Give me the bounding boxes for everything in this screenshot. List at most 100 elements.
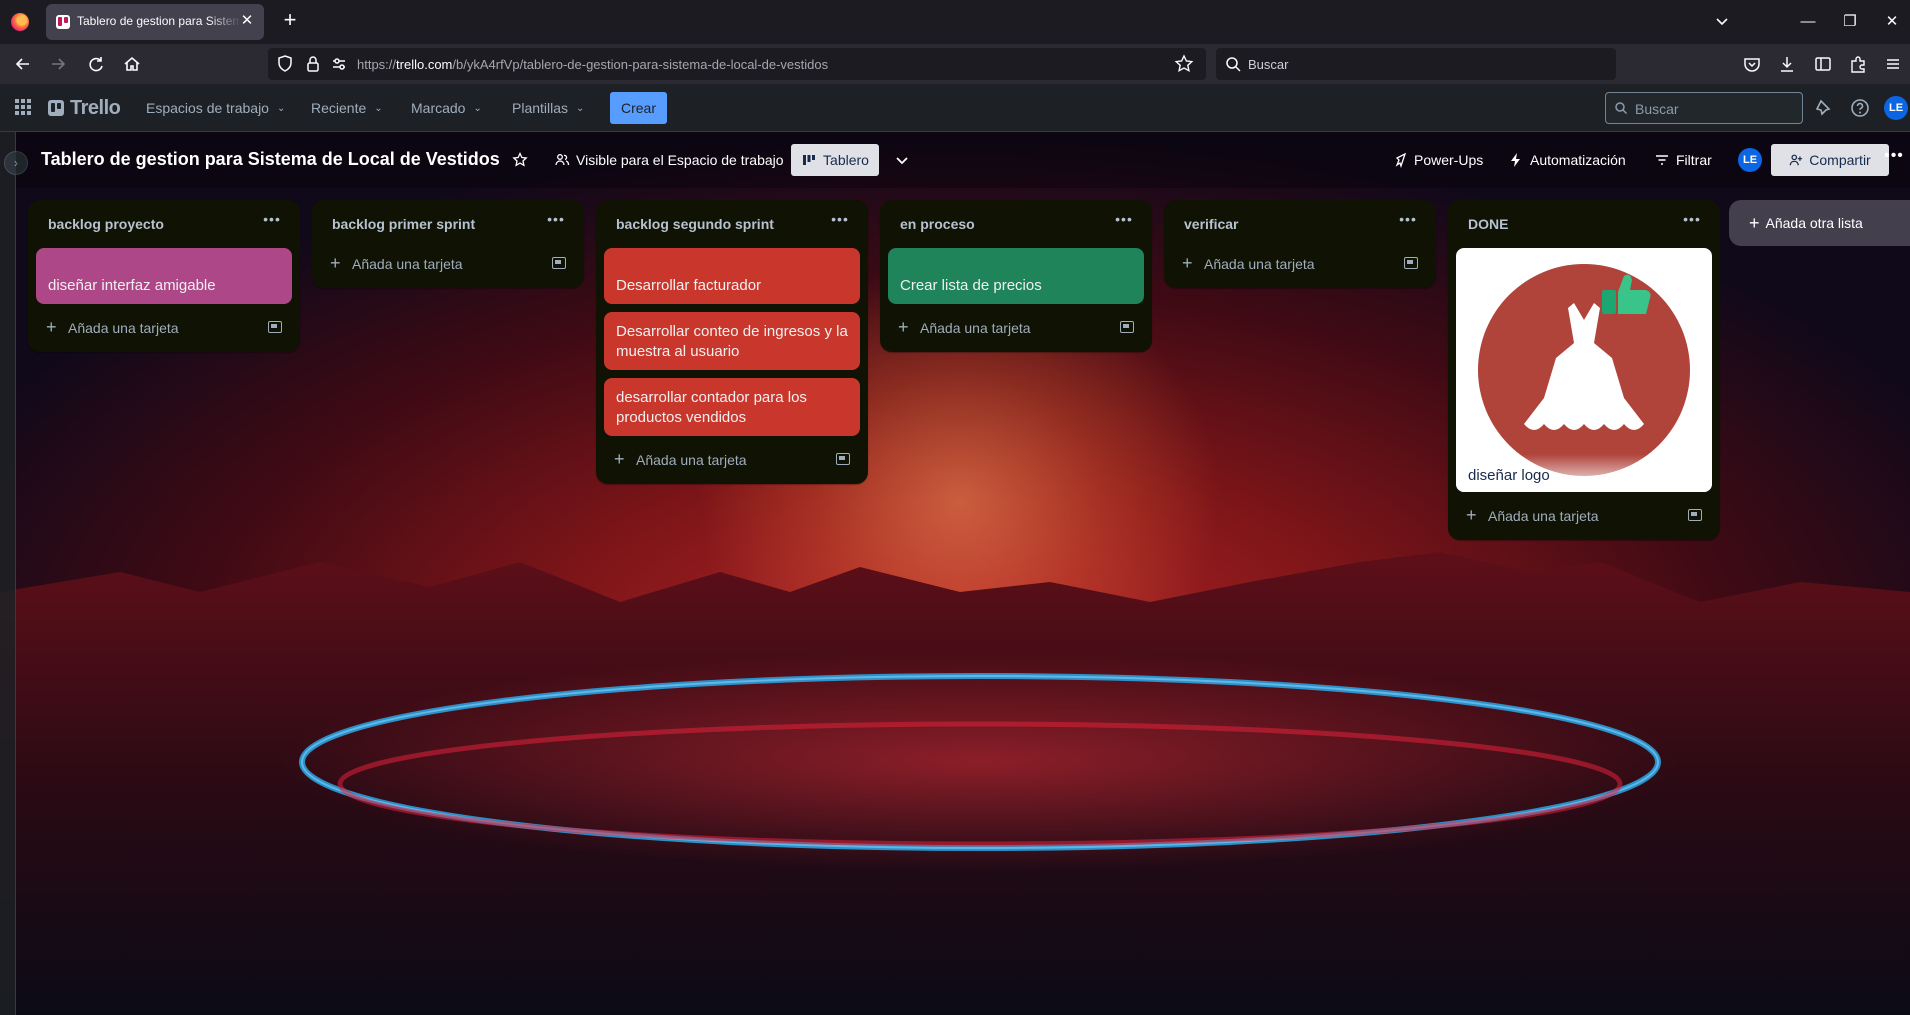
- trello-search-input[interactable]: Buscar: [1605, 92, 1803, 124]
- list-title[interactable]: DONE: [1468, 216, 1508, 232]
- card-title: Crear lista de precios: [900, 277, 1042, 294]
- card-template-icon[interactable]: [268, 321, 282, 333]
- board-title[interactable]: Tablero de gestion para Sistema de Local…: [41, 149, 500, 170]
- card[interactable]: diseñar interfaz amigable: [36, 248, 292, 304]
- menu-starred[interactable]: Marcado ⌄: [411, 96, 482, 120]
- board-view-label: Tablero: [823, 152, 869, 168]
- forward-icon[interactable]: [47, 53, 69, 75]
- bookmark-star-icon[interactable]: [1173, 53, 1195, 75]
- close-window-icon[interactable]: ✕: [1880, 10, 1904, 34]
- filter-button[interactable]: Filtrar: [1654, 148, 1712, 172]
- add-list-button[interactable]: + Añada otra lista: [1729, 200, 1910, 246]
- plus-icon: +: [330, 253, 341, 273]
- card[interactable]: desarrollar contador para los productos …: [604, 378, 860, 436]
- power-ups-button[interactable]: Power-Ups: [1392, 148, 1483, 172]
- app-menu-icon[interactable]: [1882, 53, 1904, 75]
- trello-logo[interactable]: Trello: [48, 96, 121, 120]
- tab-title: Tablero de gestion para Sistema de Local…: [77, 14, 241, 28]
- reload-icon[interactable]: [85, 53, 107, 75]
- board-view-button[interactable]: Tablero: [791, 144, 879, 176]
- add-card-button[interactable]: + Añada una tarjeta: [1456, 500, 1712, 532]
- list-title[interactable]: en proceso: [900, 216, 975, 232]
- menu-workspaces[interactable]: Espacios de trabajo ⌄: [146, 96, 285, 120]
- board-menu-dots-icon[interactable]: •••: [1882, 148, 1906, 172]
- filter-label: Filtrar: [1676, 152, 1712, 168]
- views-dropdown-chevron-icon[interactable]: [894, 148, 910, 172]
- url-text[interactable]: https://trello.com/b/ykA4rfVp/tablero-de…: [357, 57, 828, 72]
- list-menu-dots-icon[interactable]: •••: [1396, 212, 1420, 236]
- card-template-icon[interactable]: [1120, 321, 1134, 333]
- create-button[interactable]: Crear: [610, 92, 667, 124]
- list-header: verificar •••: [1172, 200, 1428, 248]
- firefox-icon[interactable]: [11, 13, 29, 31]
- list-backlog-segundo-sprint: backlog segundo sprint ••• Desarrollar f…: [596, 200, 868, 484]
- card-title: desarrollar contador para los productos …: [616, 389, 807, 426]
- sidebar-icon[interactable]: [1812, 53, 1834, 75]
- url-prefix: https://: [357, 57, 397, 72]
- lock-icon[interactable]: [302, 53, 324, 75]
- downloads-icon[interactable]: [1776, 53, 1798, 75]
- card[interactable]: Crear lista de precios: [888, 248, 1144, 304]
- list-title[interactable]: backlog segundo sprint: [616, 216, 774, 232]
- minimize-icon[interactable]: —: [1796, 10, 1820, 34]
- list-done: DONE ••• diseñar logo + Añada una tarjet…: [1448, 200, 1720, 540]
- menu-recent[interactable]: Reciente ⌄: [311, 96, 383, 120]
- list-title[interactable]: verificar: [1184, 216, 1238, 232]
- trello-search-placeholder: Buscar: [1635, 101, 1679, 117]
- card-template-icon[interactable]: [836, 453, 850, 465]
- card-template-icon[interactable]: [552, 257, 566, 269]
- list-all-tabs-icon[interactable]: [1712, 12, 1732, 32]
- menu-starred-label: Marcado: [411, 100, 466, 116]
- extensions-icon[interactable]: [1847, 53, 1869, 75]
- permissions-icon[interactable]: [328, 53, 350, 75]
- add-card-button[interactable]: + Añada una tarjeta: [888, 312, 1144, 344]
- list-menu-dots-icon[interactable]: •••: [1112, 212, 1136, 236]
- close-tab-icon[interactable]: ✕: [238, 12, 256, 30]
- add-card-button[interactable]: + Añada una tarjeta: [320, 248, 576, 280]
- app-switcher-icon[interactable]: [14, 98, 32, 116]
- account-avatar[interactable]: LE: [1884, 96, 1908, 120]
- plus-icon: +: [614, 449, 625, 469]
- board-member-avatar[interactable]: LE: [1738, 148, 1762, 172]
- menu-templates[interactable]: Plantillas ⌄: [512, 96, 584, 120]
- browser-tab-active[interactable]: Tablero de gestion para Sistema de Local…: [46, 4, 264, 40]
- list-menu-dots-icon[interactable]: •••: [260, 212, 284, 236]
- card-template-icon[interactable]: [1688, 509, 1702, 521]
- card-with-cover[interactable]: diseñar logo: [1456, 248, 1712, 492]
- back-icon[interactable]: [12, 53, 34, 75]
- list-title[interactable]: backlog primer sprint: [332, 216, 475, 232]
- share-button[interactable]: Compartir: [1771, 144, 1889, 176]
- home-icon[interactable]: [121, 53, 143, 75]
- browser-search-bar[interactable]: Buscar: [1216, 48, 1616, 80]
- new-tab-button[interactable]: +: [279, 9, 301, 32]
- card-template-icon[interactable]: [1404, 257, 1418, 269]
- star-board-button[interactable]: [512, 148, 528, 172]
- url-bar[interactable]: https://trello.com/b/ykA4rfVp/tablero-de…: [268, 48, 1206, 80]
- restore-icon[interactable]: ❐: [1838, 10, 1862, 34]
- tracking-shield-icon[interactable]: [274, 53, 296, 75]
- pocket-icon[interactable]: [1741, 53, 1763, 75]
- list-menu-dots-icon[interactable]: •••: [1680, 212, 1704, 236]
- add-card-label: Añada una tarjeta: [920, 320, 1031, 336]
- menu-workspaces-label: Espacios de trabajo: [146, 100, 269, 116]
- help-icon[interactable]: [1848, 96, 1872, 120]
- automation-button[interactable]: Automatización: [1508, 148, 1626, 172]
- add-card-button[interactable]: + Añada una tarjeta: [36, 312, 292, 344]
- trello-logo-text: Trello: [70, 96, 121, 119]
- plus-icon: +: [1749, 212, 1760, 233]
- add-card-button[interactable]: + Añada una tarjeta: [604, 444, 860, 476]
- card-title: Desarrollar facturador: [616, 277, 762, 294]
- url-host: trello.com: [396, 57, 453, 72]
- card[interactable]: Desarrollar facturador: [604, 248, 860, 304]
- add-member-icon: [1789, 154, 1803, 166]
- card-title: diseñar logo: [1468, 467, 1550, 484]
- filter-icon: [1656, 155, 1668, 165]
- visibility-button[interactable]: Visible para el Espacio de trabajo: [554, 148, 784, 172]
- list-title[interactable]: backlog proyecto: [48, 216, 164, 232]
- list-menu-dots-icon[interactable]: •••: [544, 212, 568, 236]
- card[interactable]: Desarrollar conteo de ingresos y la mues…: [604, 312, 860, 370]
- add-card-button[interactable]: + Añada una tarjeta: [1172, 248, 1428, 280]
- list-menu-dots-icon[interactable]: •••: [828, 212, 852, 236]
- notifications-icon[interactable]: [1812, 96, 1836, 120]
- browser-nav-bar: https://trello.com/b/ykA4rfVp/tablero-de…: [0, 44, 1910, 84]
